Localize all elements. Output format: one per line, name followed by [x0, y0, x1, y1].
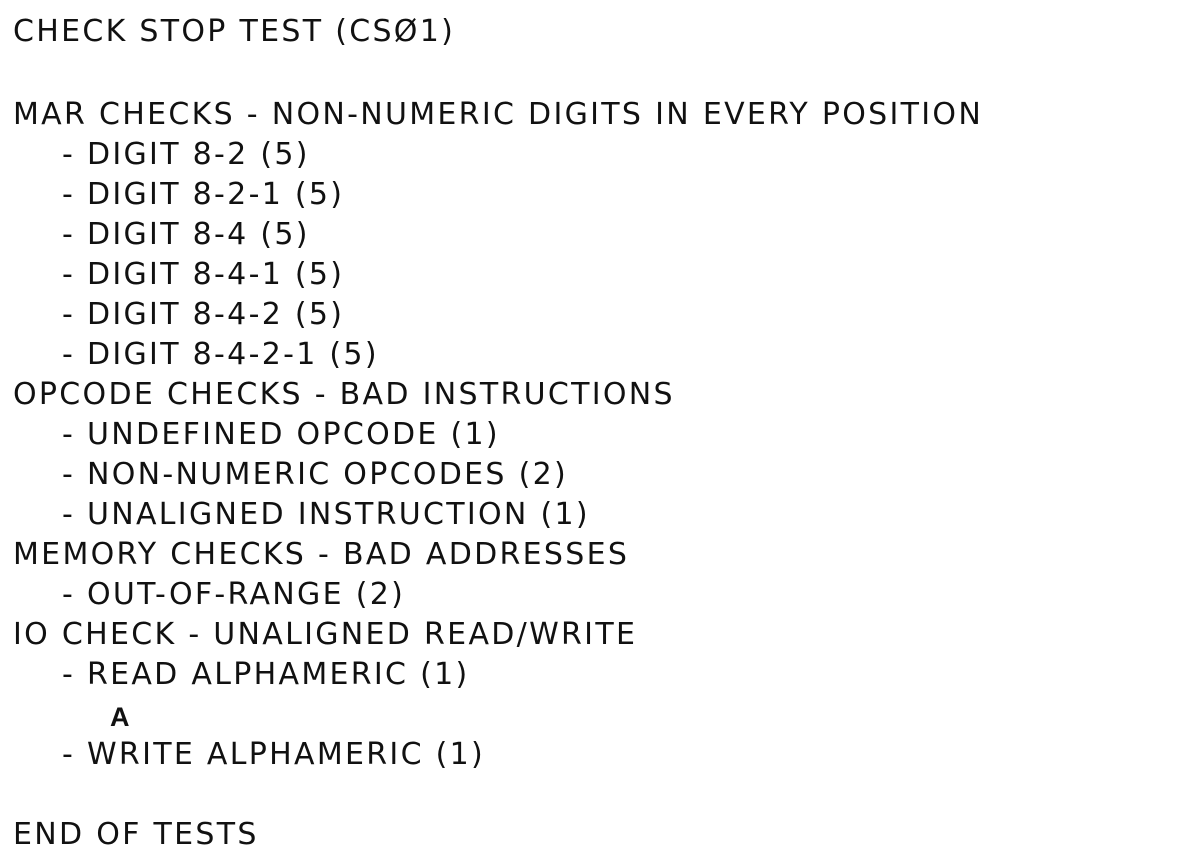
list-item: - DIGIT 8-2-1 (5) — [62, 177, 345, 212]
document-footer: END OF TESTS — [13, 817, 259, 852]
list-item: - DIGIT 8-2 (5) — [62, 137, 310, 172]
list-item: - OUT-OF-RANGE (2) — [62, 577, 406, 612]
document-title: CHECK STOP TEST (CSØ1) — [13, 14, 456, 49]
list-item: - UNALIGNED INSTRUCTION (1) — [62, 497, 590, 532]
list-item: - READ ALPHAMERIC (1) — [62, 657, 470, 692]
list-item: - UNDEFINED OPCODE (1) — [62, 417, 500, 452]
list-item: - DIGIT 8-4-1 (5) — [62, 257, 345, 292]
section-heading-opcode-checks: OPCODE CHECKS - BAD INSTRUCTIONS — [13, 377, 675, 412]
list-item: - DIGIT 8-4-2 (5) — [62, 297, 345, 332]
list-item: - DIGIT 8-4-2-1 (5) — [62, 337, 379, 372]
printout-page: CHECK STOP TEST (CSØ1) MAR CHECKS - NON-… — [0, 0, 1204, 864]
section-heading-io-check: IO CHECK - UNALIGNED READ/WRITE — [13, 617, 638, 652]
list-item: - WRITE ALPHAMERIC (1) — [62, 737, 486, 772]
section-heading-mar-checks: MAR CHECKS - NON-NUMERIC DIGITS IN EVERY… — [13, 97, 984, 132]
annotation-letter: A — [110, 702, 130, 732]
section-heading-memory-checks: MEMORY CHECKS - BAD ADDRESSES — [13, 537, 630, 572]
list-item: - DIGIT 8-4 (5) — [62, 217, 310, 252]
list-item: - NON-NUMERIC OPCODES (2) — [62, 457, 568, 492]
